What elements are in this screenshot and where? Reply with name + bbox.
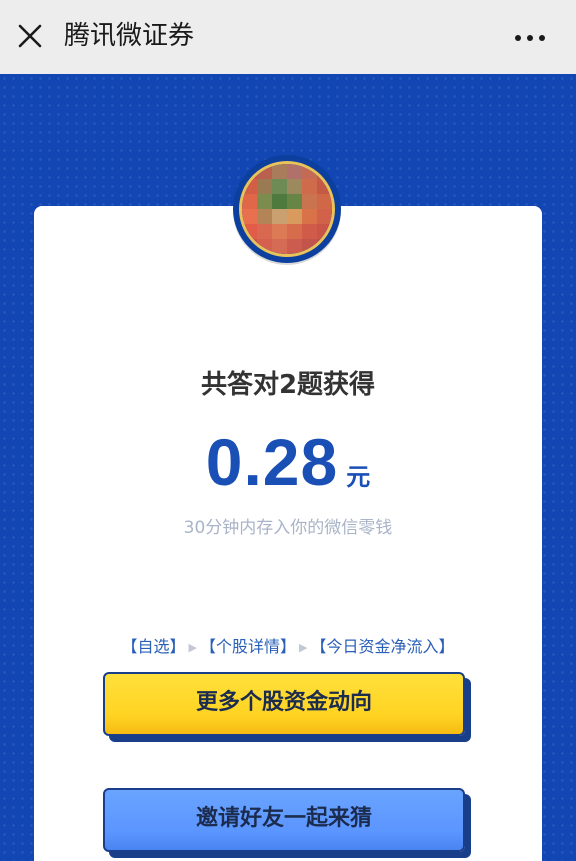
- result-headline: 共答对2题获得: [200, 370, 376, 400]
- avatar-image: [239, 161, 335, 257]
- result-card: 共答对2题获得 0.28 元 30分钟内存入你的微信零钱 【自选】 ▶ 【个股详情】 ▶…: [34, 206, 542, 861]
- page-title: 腾讯微证券: [64, 21, 195, 51]
- deposit-note: 30分钟内存入你的微信零钱: [183, 518, 393, 538]
- avatar: [233, 155, 341, 263]
- amount-value: 0.28: [205, 425, 339, 499]
- breadcrumb-arrow-icon: ▶: [299, 641, 308, 654]
- breadcrumb-item-net-inflow: 【今日资金净流入】: [310, 637, 455, 656]
- breadcrumb-item-stock-detail: 【个股详情】: [199, 637, 296, 656]
- breadcrumb-item-watchlist: 【自选】: [121, 637, 186, 656]
- breadcrumb-arrow-icon: ▶: [188, 641, 197, 654]
- title-bar: 腾讯微证券: [0, 0, 576, 74]
- reward-amount: 0.28 元: [34, 424, 542, 500]
- more-fund-flows-button[interactable]: 更多个股资金动向: [103, 672, 465, 736]
- amount-unit: 元: [346, 463, 371, 491]
- invite-friends-button[interactable]: 邀请好友一起来猜: [103, 788, 465, 852]
- result-panel: 共答对2题获得 0.28 元 30分钟内存入你的微信零钱 【自选】 ▶ 【个股详情】 ▶…: [0, 74, 576, 861]
- more-icon[interactable]: [514, 34, 546, 42]
- close-icon[interactable]: [16, 22, 44, 50]
- breadcrumb: 【自选】 ▶ 【个股详情】 ▶ 【今日资金净流入】: [34, 636, 542, 659]
